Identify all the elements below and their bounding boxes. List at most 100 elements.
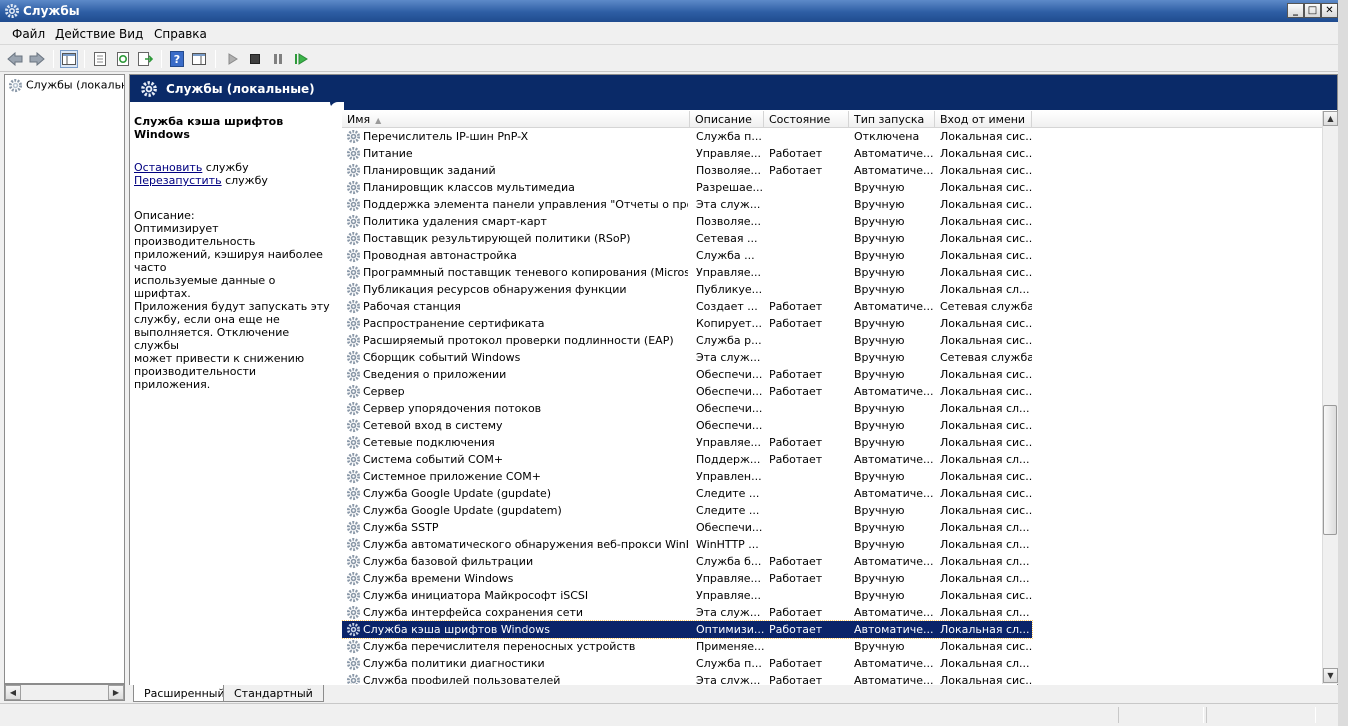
table-row[interactable]: Служба Google Update (gupdatem) Следите .… bbox=[342, 502, 1032, 519]
restart-suffix: службу bbox=[221, 174, 268, 187]
forward-arrow-icon[interactable] bbox=[28, 50, 46, 68]
cell-name: Система событий COM+ bbox=[363, 453, 504, 466]
action-pane-icon[interactable] bbox=[190, 50, 208, 68]
cell-description: Служба п... bbox=[696, 130, 762, 143]
refresh-icon[interactable] bbox=[114, 50, 132, 68]
table-row[interactable]: Политика удаления смарт-карт Позволяе... В… bbox=[342, 213, 1032, 230]
table-row[interactable]: Сервер упорядочения потоков Обеспечи... Вр… bbox=[342, 400, 1032, 417]
cell-startup-type: Вручную bbox=[854, 640, 905, 653]
table-row[interactable]: Проводная автонастройка Служба ... Вручную… bbox=[342, 247, 1032, 264]
back-arrow-icon[interactable] bbox=[6, 50, 24, 68]
table-row[interactable]: Служба Google Update (gupdate) Следите ..… bbox=[342, 485, 1032, 502]
cell-log-on-as: Локальная сис... bbox=[940, 164, 1032, 177]
service-gear-icon bbox=[346, 163, 361, 178]
table-row[interactable]: Служба политики диагностики Служба п... Ра… bbox=[342, 655, 1032, 672]
table-row[interactable]: Публикация ресурсов обнаружения функции П… bbox=[342, 281, 1032, 298]
table-row[interactable]: Сборщик событий Windows Эта служ... Вручну… bbox=[342, 349, 1032, 366]
column-name[interactable]: Имя ▲ bbox=[342, 111, 690, 128]
stop-suffix: службу bbox=[202, 161, 249, 174]
table-row[interactable]: Сведения о приложении Обеспечи... Работает… bbox=[342, 366, 1032, 383]
table-row[interactable]: Планировщик заданий Позволяе... Работает Ав… bbox=[342, 162, 1032, 179]
menu-action[interactable]: Действие bbox=[55, 27, 115, 41]
scroll-thumb[interactable] bbox=[1323, 405, 1337, 535]
table-row[interactable]: Служба SSTP Обеспечи... Вручную Локальная с… bbox=[342, 519, 1032, 536]
table-row[interactable]: Поставщик результирующей политики (RSoP)… bbox=[342, 230, 1032, 247]
table-row[interactable]: Служба инициатора Майкрософт iSCSI Управл… bbox=[342, 587, 1032, 604]
services-list[interactable]: Имя ▲ Описание Состояние Тип запуска Вход… bbox=[342, 111, 1338, 684]
show-tree-icon[interactable] bbox=[60, 50, 78, 68]
menu-help[interactable]: Справка bbox=[154, 27, 207, 41]
stop-service-icon[interactable] bbox=[246, 50, 264, 68]
cell-startup-type: Автоматиче... bbox=[854, 657, 934, 670]
cell-description: Управляе... bbox=[696, 266, 762, 279]
properties-icon[interactable] bbox=[91, 50, 109, 68]
column-startup-type[interactable]: Тип запуска bbox=[849, 111, 935, 128]
cell-status: Работает bbox=[769, 674, 823, 684]
service-gear-icon bbox=[346, 418, 361, 433]
minimize-button[interactable]: _ bbox=[1287, 3, 1304, 18]
table-row[interactable]: Планировщик классов мультимедиа Разрешае.… bbox=[342, 179, 1032, 196]
start-service-icon[interactable] bbox=[224, 50, 242, 68]
table-row[interactable]: Поддержка элемента панели управления "От… bbox=[342, 196, 1032, 213]
maximize-button[interactable]: □ bbox=[1304, 3, 1321, 18]
restart-service-icon[interactable] bbox=[292, 50, 310, 68]
table-row[interactable]: Питание Управляе... Работает Автоматиче... Л… bbox=[342, 145, 1032, 162]
table-row[interactable]: Служба перечислителя переносных устройст… bbox=[342, 638, 1032, 655]
cell-startup-type: Вручную bbox=[854, 232, 905, 245]
cell-name: Планировщик классов мультимедиа bbox=[363, 181, 575, 194]
tree-node-services-local[interactable]: Службы (локальные) bbox=[8, 78, 124, 93]
table-row[interactable]: Сервер Обеспечи... Работает Автоматиче... Ло… bbox=[342, 383, 1032, 400]
column-status[interactable]: Состояние bbox=[764, 111, 849, 128]
cell-startup-type: Автоматиче... bbox=[854, 300, 934, 313]
table-row[interactable]: Перечислитель IP-шин PnP-X Служба п... Отк… bbox=[342, 128, 1032, 145]
cell-status: Работает bbox=[769, 300, 823, 313]
stop-service-link[interactable]: Остановить bbox=[134, 161, 202, 174]
scroll-left-icon[interactable]: ◀ bbox=[5, 685, 21, 700]
cell-log-on-as: Локальная сис... bbox=[940, 232, 1032, 245]
cell-name: Служба инициатора Майкрософт iSCSI bbox=[363, 589, 589, 602]
description-line: используемые данные о шрифтах. bbox=[134, 274, 276, 300]
description-text: Оптимизирует производительность приложени… bbox=[134, 222, 334, 391]
table-row[interactable]: Служба времени Windows Управляе... Работае… bbox=[342, 570, 1032, 587]
close-button[interactable]: ✕ bbox=[1321, 3, 1338, 18]
table-row[interactable]: Программный поставщик теневого копирован… bbox=[342, 264, 1032, 281]
table-row-selected[interactable]: Служба кэша шрифтов Windows Оптимизи... Ра… bbox=[342, 620, 1033, 639]
scroll-down-icon[interactable]: ▼ bbox=[1323, 668, 1338, 683]
service-gear-icon bbox=[346, 469, 361, 484]
scroll-right-icon[interactable]: ▶ bbox=[108, 685, 124, 700]
table-row[interactable]: Сетевой вход в систему Обеспечи... Вручную… bbox=[342, 417, 1032, 434]
export-list-icon[interactable] bbox=[136, 50, 154, 68]
column-log-on-as[interactable]: Вход от имени bbox=[935, 111, 1032, 128]
cell-status: Работает bbox=[769, 436, 823, 449]
table-row[interactable]: Распространение сертификата Копирует... Ра… bbox=[342, 315, 1032, 332]
table-row[interactable]: Служба профилей пользователей Эта служ...… bbox=[342, 672, 1032, 684]
scroll-up-icon[interactable]: ▲ bbox=[1323, 111, 1338, 126]
service-gear-icon bbox=[346, 197, 361, 212]
menu-file[interactable]: Файл bbox=[12, 27, 45, 41]
tab-extended[interactable]: Расширенный bbox=[133, 685, 236, 702]
cell-description: Управляе... bbox=[696, 589, 762, 602]
cell-log-on-as: Локальная сис... bbox=[940, 198, 1032, 211]
table-row[interactable]: Система событий COM+ Поддерж... Работает Ав… bbox=[342, 451, 1032, 468]
cell-description: Сетевая ... bbox=[696, 232, 758, 245]
list-vertical-scrollbar[interactable]: ▲ ▼ bbox=[1322, 111, 1338, 684]
column-headers: Имя ▲ Описание Состояние Тип запуска Вход… bbox=[342, 111, 1322, 128]
table-row[interactable]: Системное приложение COM+ Управлен... Вруч… bbox=[342, 468, 1032, 485]
help-icon[interactable]: ? bbox=[168, 50, 186, 68]
table-row[interactable]: Служба автоматического обнаружения веб-п… bbox=[342, 536, 1032, 553]
table-row[interactable]: Служба интерфейса сохранения сети Эта слу… bbox=[342, 604, 1032, 621]
table-row[interactable]: Рабочая станция Создает ... Работает Автома… bbox=[342, 298, 1032, 315]
table-row[interactable]: Расширяемый протокол проверки подлинност… bbox=[342, 332, 1032, 349]
cell-log-on-as: Локальная сл... bbox=[940, 623, 1030, 636]
restart-service-link[interactable]: Перезапустить bbox=[134, 174, 222, 187]
service-name: Служба кэша шрифтов Windows bbox=[134, 115, 284, 141]
table-row[interactable]: Сетевые подключения Управляе... Работает Вр… bbox=[342, 434, 1032, 451]
tab-standard[interactable]: Стандартный bbox=[223, 685, 324, 702]
pause-service-icon[interactable] bbox=[269, 50, 287, 68]
table-row[interactable]: Служба базовой фильтрации Служба б... Рабо… bbox=[342, 553, 1032, 570]
cell-startup-type: Вручную bbox=[854, 402, 905, 415]
menu-view[interactable]: Вид bbox=[119, 27, 143, 41]
column-description[interactable]: Описание bbox=[690, 111, 764, 128]
cell-log-on-as: Локальная сл... bbox=[940, 657, 1030, 670]
tree-horizontal-scrollbar[interactable]: ◀ ▶ bbox=[4, 684, 125, 701]
